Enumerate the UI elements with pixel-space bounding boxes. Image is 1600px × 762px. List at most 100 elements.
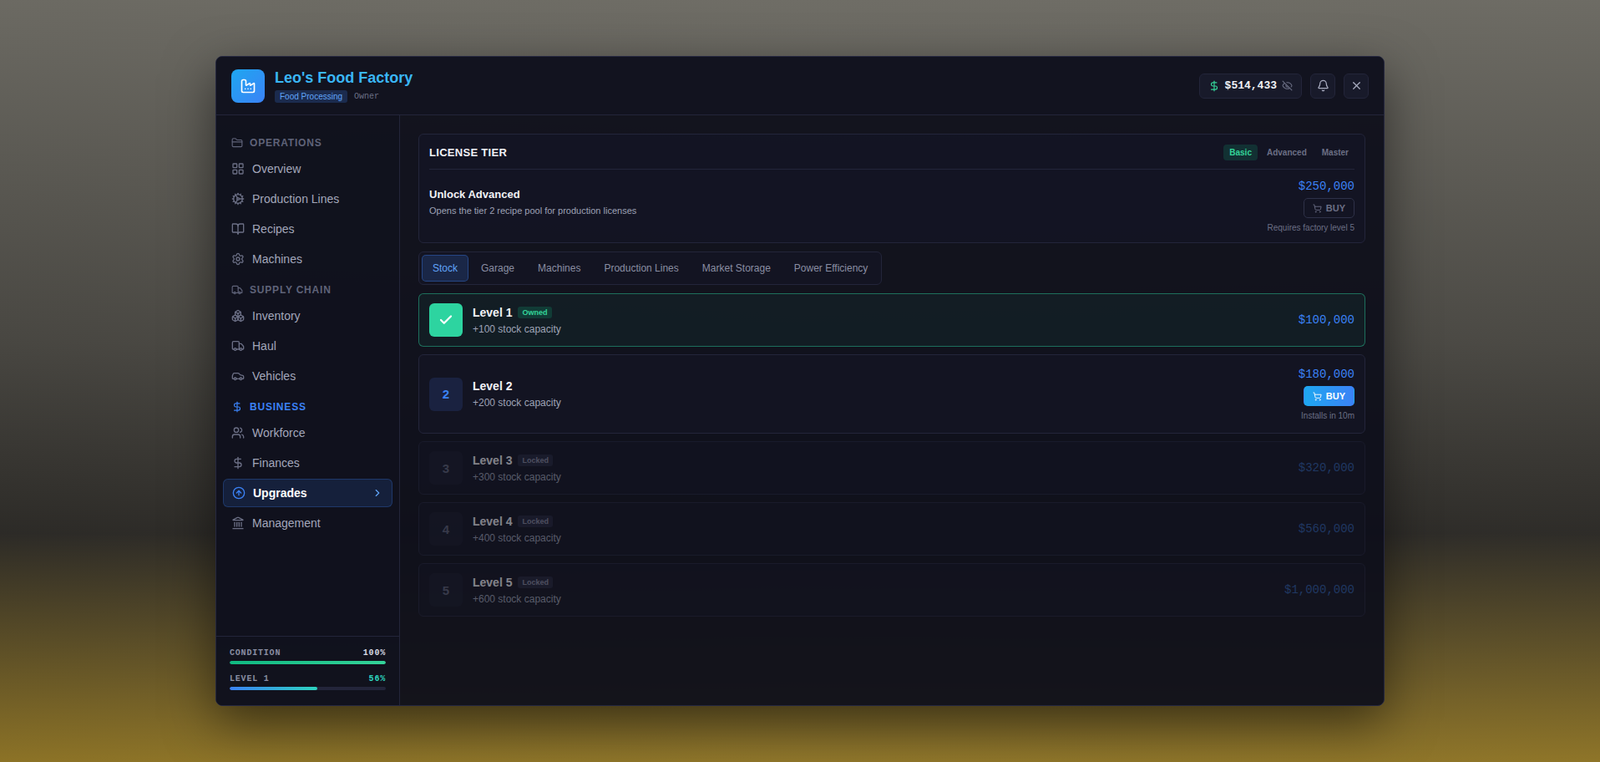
sidebar: OPERATIONSOverviewProduction LinesRecipe… (216, 115, 400, 705)
meter-fill (229, 660, 386, 664)
license-tier-card: LICENSE TIER BasicAdvancedMaster Unlock Ad… (418, 133, 1366, 244)
level-description: +200 stock capacity (472, 396, 1289, 409)
meter-track (229, 686, 386, 690)
level-title: Level 5 (472, 575, 512, 589)
level-badge: 3 (429, 450, 463, 485)
level-title: Level 2 (472, 379, 512, 393)
upgrade-tab[interactable]: Stock (421, 254, 469, 282)
level-description: +100 stock capacity (472, 323, 1289, 335)
upgrade-tab[interactable]: Power Efficiency (783, 254, 879, 282)
nav-icon (231, 455, 245, 470)
level-description: +400 stock capacity (472, 531, 1289, 544)
factory-icon (239, 77, 257, 95)
level-description: +300 stock capacity (472, 470, 1289, 483)
factory-logo (231, 69, 265, 103)
offer-price: $250,000 (1298, 179, 1355, 193)
upgrade-level-row: 2 Level 2 +200 stock capacity $180,000 BUY In… (418, 354, 1366, 434)
offer-description: Opens the tier 2 recipe pool for product… (429, 205, 637, 216)
level-list: Level 1Owned+100 stock capacity$100,0002… (418, 293, 1366, 617)
license-buy-button[interactable]: BUY (1303, 197, 1355, 218)
level-status-tag: Locked (517, 515, 553, 527)
upgrade-level-row: Level 1Owned+100 stock capacity$100,000 (418, 293, 1366, 347)
level-badge (429, 303, 463, 337)
upgrade-level-row: 4Level 4Locked+400 stock capacity$560,00… (418, 501, 1366, 556)
category-badge: Food Processing (274, 90, 348, 103)
role-label: Owner (354, 91, 380, 102)
upgrade-tab[interactable]: Market Storage (691, 254, 782, 282)
balance-amount: $514,433 (1225, 79, 1277, 92)
nav-icon (231, 425, 245, 440)
sidebar-item[interactable]: Recipes (222, 214, 393, 244)
level-status-tag: Locked (517, 576, 553, 588)
sidebar-item[interactable]: Workforce (222, 418, 393, 447)
level-title: Level 4 (472, 514, 512, 528)
level-price: $320,000 (1298, 460, 1355, 475)
upgrade-tab[interactable]: Machines (526, 254, 592, 282)
cart-icon (1312, 391, 1322, 401)
window-title: Leo's Food Factory (274, 69, 413, 87)
meter-track (229, 660, 386, 664)
section-icon (231, 136, 244, 149)
factory-window: Leo's Food Factory Food Processing Owner $5… (215, 55, 1385, 706)
meter-fill (229, 686, 318, 690)
tier-option[interactable]: Master (1316, 144, 1355, 161)
upgrade-level-row: 5Level 5Locked+600 stock capacity$1,000,… (418, 562, 1366, 617)
tier-selector: BasicAdvancedMaster (1223, 144, 1355, 161)
sidebar-section: BUSINESS (222, 395, 393, 418)
sidebar-item[interactable]: Finances (222, 448, 393, 477)
sidebar-section: OPERATIONS (222, 131, 393, 154)
nav-icon (231, 192, 245, 206)
level-title: Level 3 (472, 453, 512, 467)
offer-title: Unlock Advanced (429, 187, 637, 201)
level-price: $180,000 (1298, 367, 1355, 381)
upgrade-tab[interactable]: Garage (470, 254, 526, 282)
nav-icon (232, 486, 246, 500)
sidebar-item[interactable]: Haul (222, 331, 393, 360)
section-icon (231, 400, 244, 413)
close-button[interactable] (1343, 73, 1369, 99)
sidebar-item[interactable]: Machines (222, 244, 393, 274)
upgrade-tab[interactable]: Production Lines (592, 254, 689, 282)
card-title: LICENSE TIER (429, 146, 507, 159)
status-meter: CONDITION100% (229, 648, 386, 664)
requirement-note: Requires factory level 5 (1267, 222, 1356, 233)
cart-icon (1312, 203, 1322, 213)
chevron-right-icon (371, 486, 384, 499)
nav-icon (231, 308, 245, 323)
sidebar-item[interactable]: Production Lines (222, 184, 393, 213)
nav-icon (231, 369, 245, 383)
section-icon (231, 283, 244, 296)
nav-icon (231, 339, 245, 353)
notifications-button[interactable] (1310, 73, 1336, 99)
upgrade-tabs: StockGarageMachinesProduction LinesMarke… (418, 251, 882, 285)
level-badge: 4 (429, 511, 463, 546)
tier-option[interactable]: Advanced (1260, 144, 1313, 161)
tier-option[interactable]: Basic (1223, 144, 1258, 161)
close-icon (1350, 79, 1363, 92)
buy-button[interactable]: BUY (1303, 385, 1355, 406)
install-note: Installs in 10m (1301, 410, 1355, 421)
nav-icon (231, 222, 245, 236)
sidebar-item[interactable]: Upgrades (222, 478, 393, 507)
sidebar-section: SUPPLY CHAIN (222, 278, 393, 301)
game-background: Leo's Food Factory Food Processing Owner $5… (0, 0, 1600, 762)
check-icon (438, 312, 454, 328)
nav-icon (231, 516, 245, 530)
level-badge: 5 (429, 572, 463, 607)
eye-off-icon[interactable] (1281, 80, 1293, 92)
nav-icon (231, 162, 245, 176)
nav-icon (231, 252, 245, 266)
sidebar-item[interactable]: Overview (222, 154, 393, 183)
status-meter: LEVEL 156% (229, 673, 386, 690)
upgrade-level-row: 3 Level 3 Locked +300 stock capacity $320,00… (418, 440, 1366, 495)
sidebar-item[interactable]: Inventory (222, 301, 393, 330)
sidebar-item[interactable]: Management (222, 508, 393, 537)
level-status-tag: Locked (517, 454, 553, 466)
sidebar-item[interactable]: Vehicles (222, 361, 393, 390)
bell-icon (1316, 79, 1330, 92)
level-description: +600 stock capacity (472, 592, 1275, 605)
level-badge: 2 (429, 377, 463, 411)
level-price: $100,000 (1298, 313, 1355, 327)
balance-pill: $514,433 (1199, 73, 1302, 99)
level-title: Level 1 (472, 305, 512, 319)
